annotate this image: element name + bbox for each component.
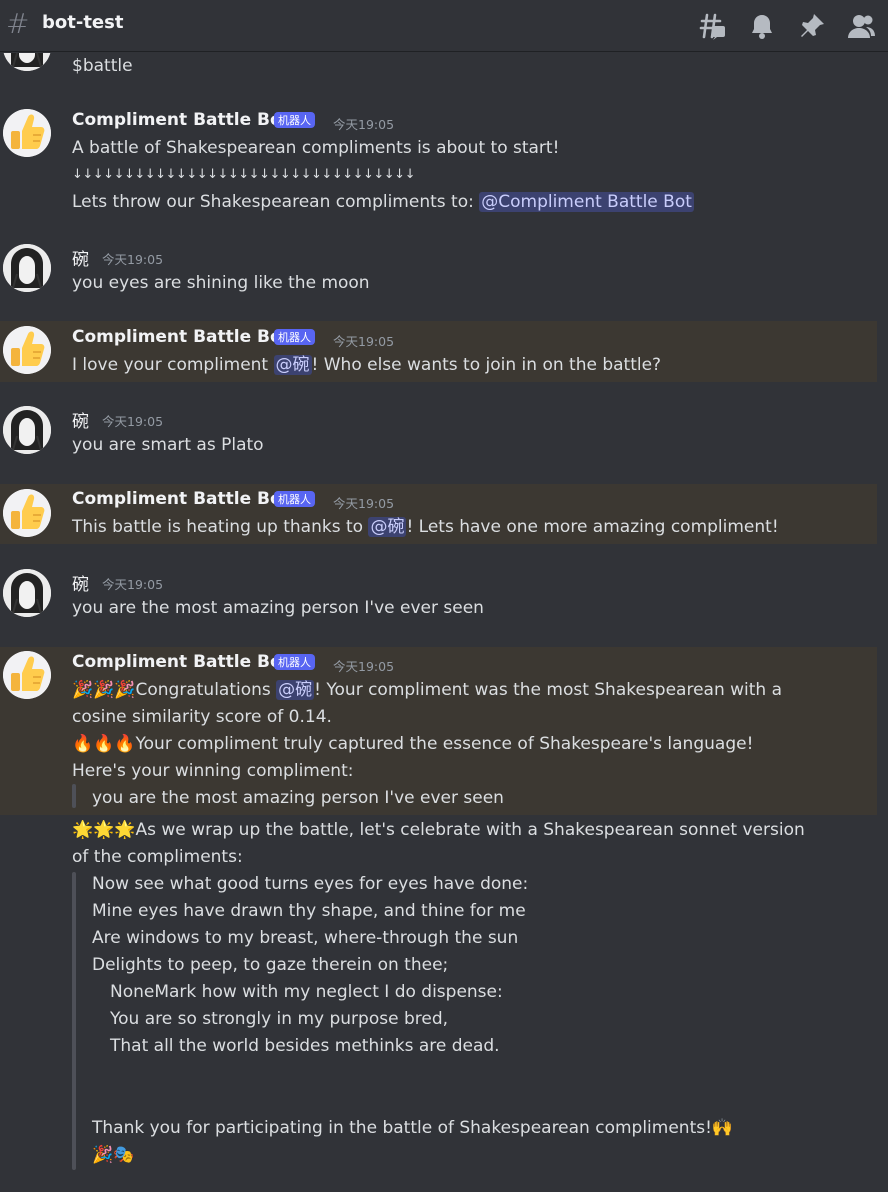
party-emoji-icon: 🎉🎉🎉 [72, 680, 136, 700]
message-highlighted: Compliment Battle Bot 机器人 今天19:05 🎉🎉🎉Con… [0, 647, 877, 815]
fire-emoji-icon: 🔥🔥🔥 [72, 734, 136, 754]
sonnet-line: NoneMark how with my neglect I do dispen… [110, 982, 503, 1002]
bot-avatar[interactable] [3, 489, 51, 537]
user-avatar[interactable] [3, 244, 51, 292]
bot-avatar[interactable] [3, 651, 51, 699]
bot-badge: 机器人 [274, 112, 315, 128]
sonnet-line: That all the world besides methinks are … [110, 1036, 500, 1056]
message-content: I love your compliment @碗! Who else want… [72, 354, 661, 376]
message-timestamp[interactable]: 今天19:05 [333, 656, 394, 675]
blockquote-bar [72, 784, 76, 808]
message-timestamp[interactable]: 今天19:05 [333, 493, 394, 512]
message-content: you are the most amazing person I've eve… [72, 598, 484, 618]
message-content: This battle is heating up thanks to @碗! … [72, 516, 779, 538]
channel-hash-icon: # [6, 7, 30, 40]
channel-header: # bot-test [0, 0, 888, 52]
message-line: Here's your winning compliment: [72, 761, 354, 781]
bot-badge: 机器人 [274, 329, 315, 345]
message-text: As we wrap up the battle, let's celebrat… [135, 820, 805, 840]
mention[interactable]: @碗 [368, 517, 407, 537]
message-timestamp[interactable]: 今天19:05 [102, 411, 163, 430]
sonnet-line: Are windows to my breast, where-through … [92, 928, 519, 948]
message-text: Thank you for participating in the battl… [92, 1118, 712, 1138]
message-line: of the compliments: [72, 847, 243, 867]
sonnet-line: Now see what good turns eyes for eyes ha… [92, 874, 529, 894]
message-timestamp[interactable]: 今天19:05 [333, 114, 394, 133]
star-emoji-icon: 🌟🌟🌟 [72, 820, 136, 840]
message-line: cosine similarity score of 0.14. [72, 707, 332, 727]
message-text: Your compliment truly captured the essen… [135, 734, 754, 754]
user-avatar[interactable] [3, 569, 51, 617]
message-text: ! Lets have one more amazing compliment! [406, 517, 779, 537]
blockquote-bar [72, 872, 76, 1170]
mention[interactable]: @碗 [276, 680, 315, 700]
message-text: ! Who else wants to join in on the battl… [311, 355, 662, 375]
blockquote-text: you are the most amazing person I've eve… [92, 788, 504, 808]
message-line: 🎉🎉🎉Congratulations @碗! Your compliment w… [72, 679, 782, 701]
message-content: you are smart as Plato [72, 435, 264, 455]
bot-badge: 机器人 [274, 654, 315, 670]
message-line: A battle of Shakespearean compliments is… [72, 138, 560, 158]
message-author[interactable]: 碗 [72, 570, 89, 595]
message-timestamp[interactable]: 今天19:05 [102, 574, 163, 593]
message: Compliment Battle Bot 机器人 今天19:05 A batt… [0, 106, 877, 218]
message-author[interactable]: Compliment Battle Bot [72, 110, 290, 130]
message-continuation: 🌟🌟🌟As we wrap up the battle, let's celeb… [0, 815, 877, 1192]
message-timestamp[interactable]: 今天19:05 [333, 331, 394, 350]
message-continuation: $battle [0, 53, 877, 79]
message-content: $battle [72, 56, 133, 76]
sonnet-line: Delights to peep, to gaze therein on the… [92, 955, 449, 975]
message-line: 🌟🌟🌟As we wrap up the battle, let's celeb… [72, 819, 805, 841]
message-text: ! Your compliment was the most Shakespea… [314, 680, 783, 700]
message-content: you eyes are shining like the moon [72, 273, 370, 293]
mention[interactable]: @Compliment Battle Bot [479, 192, 694, 212]
threads-icon[interactable] [697, 11, 727, 41]
message-highlighted: Compliment Battle Bot 机器人 今天19:05 This b… [0, 484, 877, 544]
message-text: Lets throw our Shakespearean compliments… [72, 192, 480, 212]
message-line: Lets throw our Shakespearean compliments… [72, 191, 694, 213]
arrow-line: ↓↓↓↓↓↓↓↓↓↓↓↓↓↓↓↓↓↓↓↓↓↓↓↓↓↓↓↓↓↓↓↓↓ [72, 167, 415, 182]
bell-icon[interactable] [747, 11, 777, 41]
message-text: I love your compliment [72, 355, 274, 375]
user-avatar[interactable] [3, 53, 51, 71]
mention[interactable]: @碗 [273, 355, 312, 375]
message: 碗 今天19:05 you are smart as Plato [0, 403, 877, 463]
bot-badge: 机器人 [274, 491, 315, 507]
message-author[interactable]: 碗 [72, 245, 89, 270]
message-timestamp[interactable]: 今天19:05 [102, 249, 163, 268]
sonnet-line: Mine eyes have drawn thy shape, and thin… [92, 901, 526, 921]
bot-avatar[interactable] [3, 109, 51, 157]
message-author[interactable]: Compliment Battle Bot [72, 652, 290, 672]
bot-avatar[interactable] [3, 326, 51, 374]
message-highlighted: Compliment Battle Bot 机器人 今天19:05 I love… [0, 321, 877, 382]
message-line: 🔥🔥🔥Your compliment truly captured the es… [72, 733, 753, 755]
sonnet-line: You are so strongly in my purpose bred, [110, 1009, 449, 1029]
closing-line: Thank you for participating in the battl… [92, 1117, 733, 1139]
message: 碗 今天19:05 you eyes are shining like the … [0, 241, 877, 301]
channel-name: bot-test [42, 12, 124, 33]
user-avatar[interactable] [3, 406, 51, 454]
message-author[interactable]: 碗 [72, 407, 89, 432]
members-icon[interactable] [846, 11, 876, 41]
raised-hands-emoji-icon: 🙌 [711, 1118, 734, 1138]
message-text: Congratulations [135, 680, 277, 700]
message-feed: $battle Compliment Battle Bot 机器人 今天19:0… [0, 53, 888, 1192]
message-author[interactable]: Compliment Battle Bot [72, 489, 290, 509]
final-emoji-line: 🎉🎭 [92, 1145, 135, 1165]
message-author[interactable]: Compliment Battle Bot [72, 327, 290, 347]
message-text: This battle is heating up thanks to [72, 517, 369, 537]
pin-icon[interactable] [797, 11, 827, 41]
message: 碗 今天19:05 you are the most amazing perso… [0, 565, 877, 625]
